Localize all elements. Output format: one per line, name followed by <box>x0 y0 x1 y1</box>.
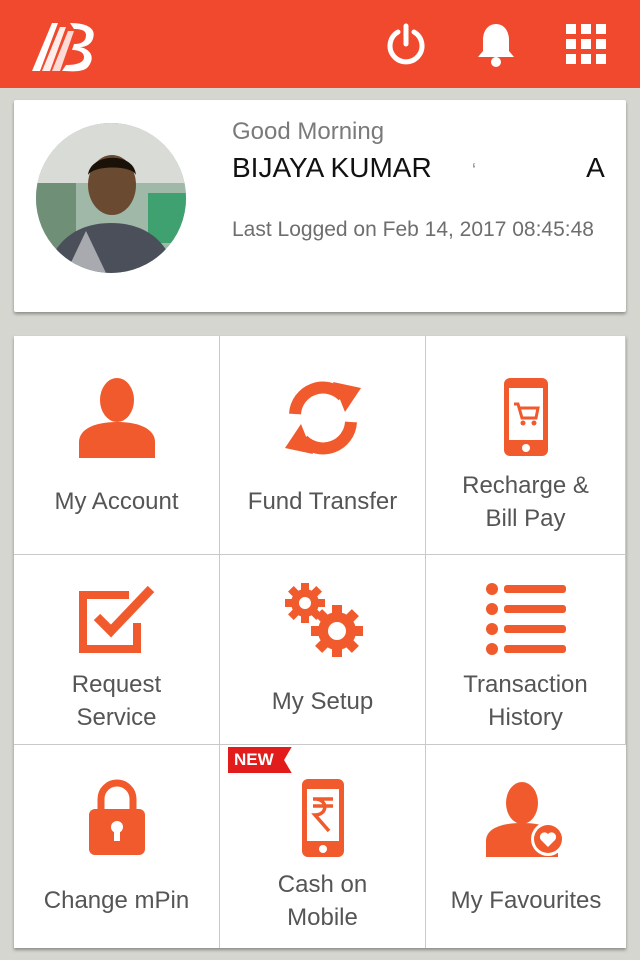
app-header <box>0 0 640 88</box>
menu-my-account[interactable]: My Account <box>14 336 220 555</box>
menu-fund-transfer[interactable]: Fund Transfer <box>220 336 426 555</box>
checkbox-icon <box>78 585 154 653</box>
apps-grid-icon[interactable] <box>562 20 610 68</box>
person-icon <box>78 378 155 458</box>
mobile-cart-icon <box>503 378 548 456</box>
menu-cash-on-mobile[interactable]: NEW Cash on Mobile <box>220 745 426 948</box>
profile-card: Good Morning BIJAYA KUMAR ‘ A Last Logged … <box>14 100 626 312</box>
menu-label-line2: Mobile <box>287 904 358 931</box>
menu-change-mpin[interactable]: Change mPin <box>14 745 220 948</box>
new-badge: NEW <box>228 747 292 773</box>
menu-label-line2: History <box>488 704 563 731</box>
lock-icon <box>88 779 145 855</box>
last-logged-text: Last Logged on Feb 14, 2017 08:45:48 <box>232 218 594 241</box>
menu-label-line1: Recharge & <box>462 472 589 499</box>
menu-my-setup[interactable]: My Setup <box>220 555 426 745</box>
list-icon <box>485 583 566 655</box>
menu-label: My Setup <box>271 688 374 715</box>
menu-label-line2: Bill Pay <box>485 505 566 532</box>
menu-my-favourites[interactable]: My Favourites <box>426 745 626 948</box>
avatar-photo <box>36 123 186 273</box>
menu-label: Fund Transfer <box>247 488 398 515</box>
menu-label-line1: Cash on <box>277 871 368 898</box>
gears-icon <box>284 583 363 657</box>
menu-label-line2: Service <box>76 704 157 731</box>
user-name-trailing: A <box>586 152 605 183</box>
power-icon[interactable] <box>382 20 430 68</box>
user-name-text: BIJAYA KUMAR <box>232 152 432 183</box>
refresh-arrows-icon <box>284 381 361 455</box>
menu-label: My Account <box>54 488 179 515</box>
menu-label: Change mPin <box>43 887 190 914</box>
person-heart-icon <box>486 782 565 857</box>
menu-request-service[interactable]: Request Service <box>14 555 220 745</box>
menu-label: My Favourites <box>450 887 602 914</box>
user-name-mask: ‘ <box>471 160 477 182</box>
menu-grid: My Account Fund Transfer Recharge & Bill… <box>14 336 626 948</box>
menu-transaction-history[interactable]: Transaction History <box>426 555 626 745</box>
bell-icon[interactable] <box>472 20 520 68</box>
mobile-rupee-icon <box>301 779 344 857</box>
greeting-text: Good Morning <box>232 118 385 145</box>
user-name: BIJAYA KUMAR ‘ A <box>232 152 626 184</box>
menu-recharge-bill-pay[interactable]: Recharge & Bill Pay <box>426 336 626 555</box>
menu-label-line1: Transaction <box>463 671 588 698</box>
avatar[interactable] <box>36 123 186 273</box>
bank-logo-icon <box>32 23 94 72</box>
menu-label-line1: Request <box>71 671 162 698</box>
